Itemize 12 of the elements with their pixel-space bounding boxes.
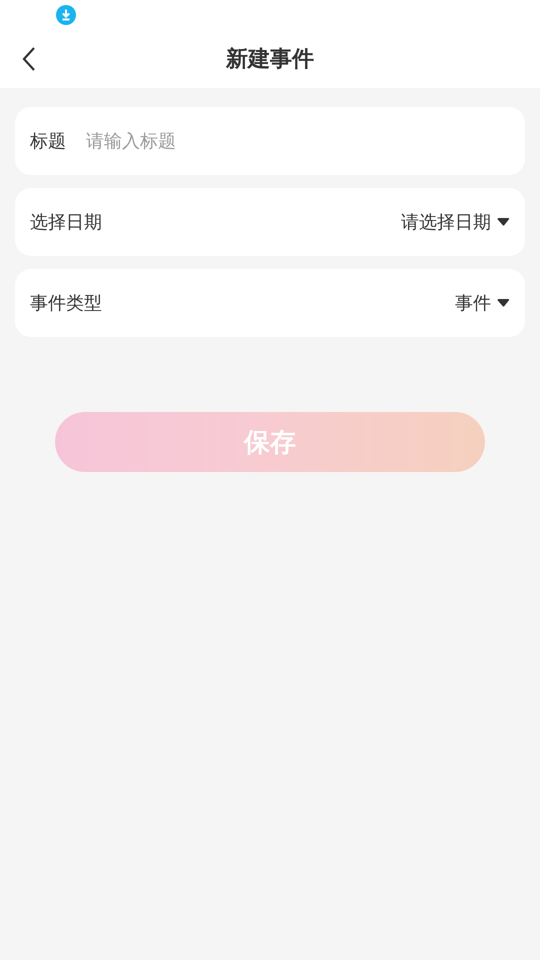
title-input[interactable]: 请输入标题 [86, 127, 510, 155]
page-title: 新建事件 [226, 46, 314, 74]
back-icon [22, 47, 36, 71]
download-icon [56, 5, 76, 25]
field-label: 选择日期 [30, 211, 102, 234]
caret-icon [497, 218, 510, 226]
dropdown-select[interactable]: 请选择日期 [401, 210, 510, 234]
dropdown-select[interactable]: 事件 [455, 291, 510, 315]
field-label: 标题 [30, 130, 66, 153]
caret-icon [497, 299, 510, 307]
field-label: 事件类型 [30, 292, 102, 315]
title-field[interactable]: 标题 请输入标题 [15, 107, 525, 175]
